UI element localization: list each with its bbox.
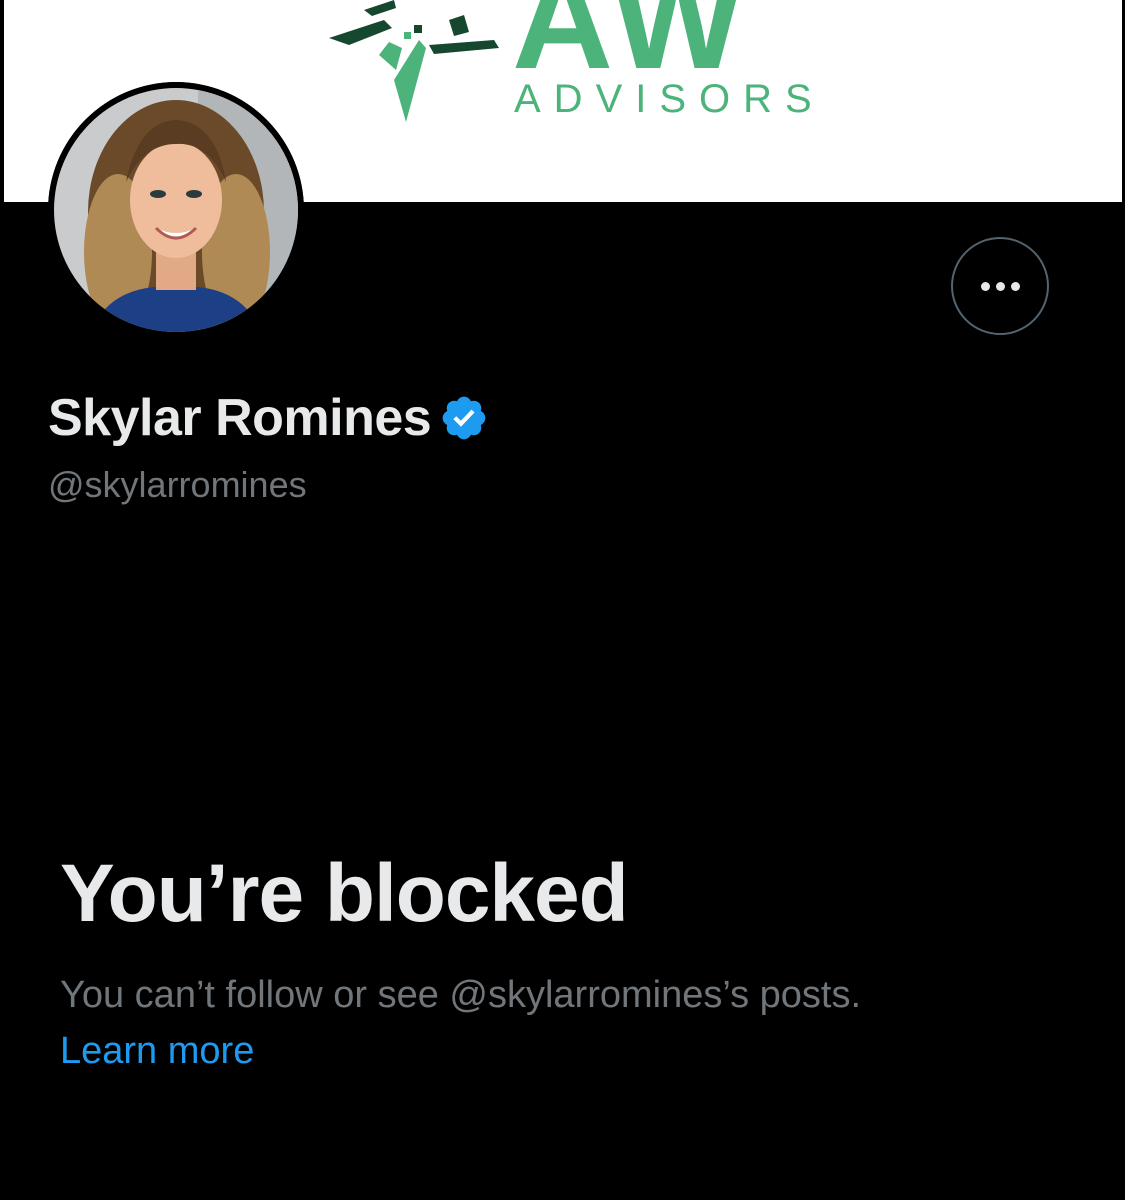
profile-handle: @skylarromines bbox=[48, 464, 307, 505]
aw-advisors-logo: AW ADVISORS bbox=[329, 0, 824, 122]
profile-photo bbox=[48, 82, 304, 338]
arrows-logo-icon bbox=[329, 0, 499, 122]
display-name: Skylar Romines bbox=[48, 389, 432, 447]
avatar[interactable] bbox=[48, 82, 304, 338]
profile-name-row: Skylar Romines bbox=[48, 388, 489, 448]
blocked-description: You can’t follow or see @skylarromines’s… bbox=[60, 974, 862, 1016]
verified-badge-icon[interactable] bbox=[439, 393, 489, 443]
logo-subtitle: ADVISORS bbox=[514, 77, 824, 121]
more-options-button[interactable] bbox=[951, 237, 1049, 335]
blocked-title: You’re blocked bbox=[60, 848, 629, 939]
more-options-icon bbox=[978, 281, 1023, 291]
learn-more-link[interactable]: Learn more bbox=[60, 1028, 254, 1074]
